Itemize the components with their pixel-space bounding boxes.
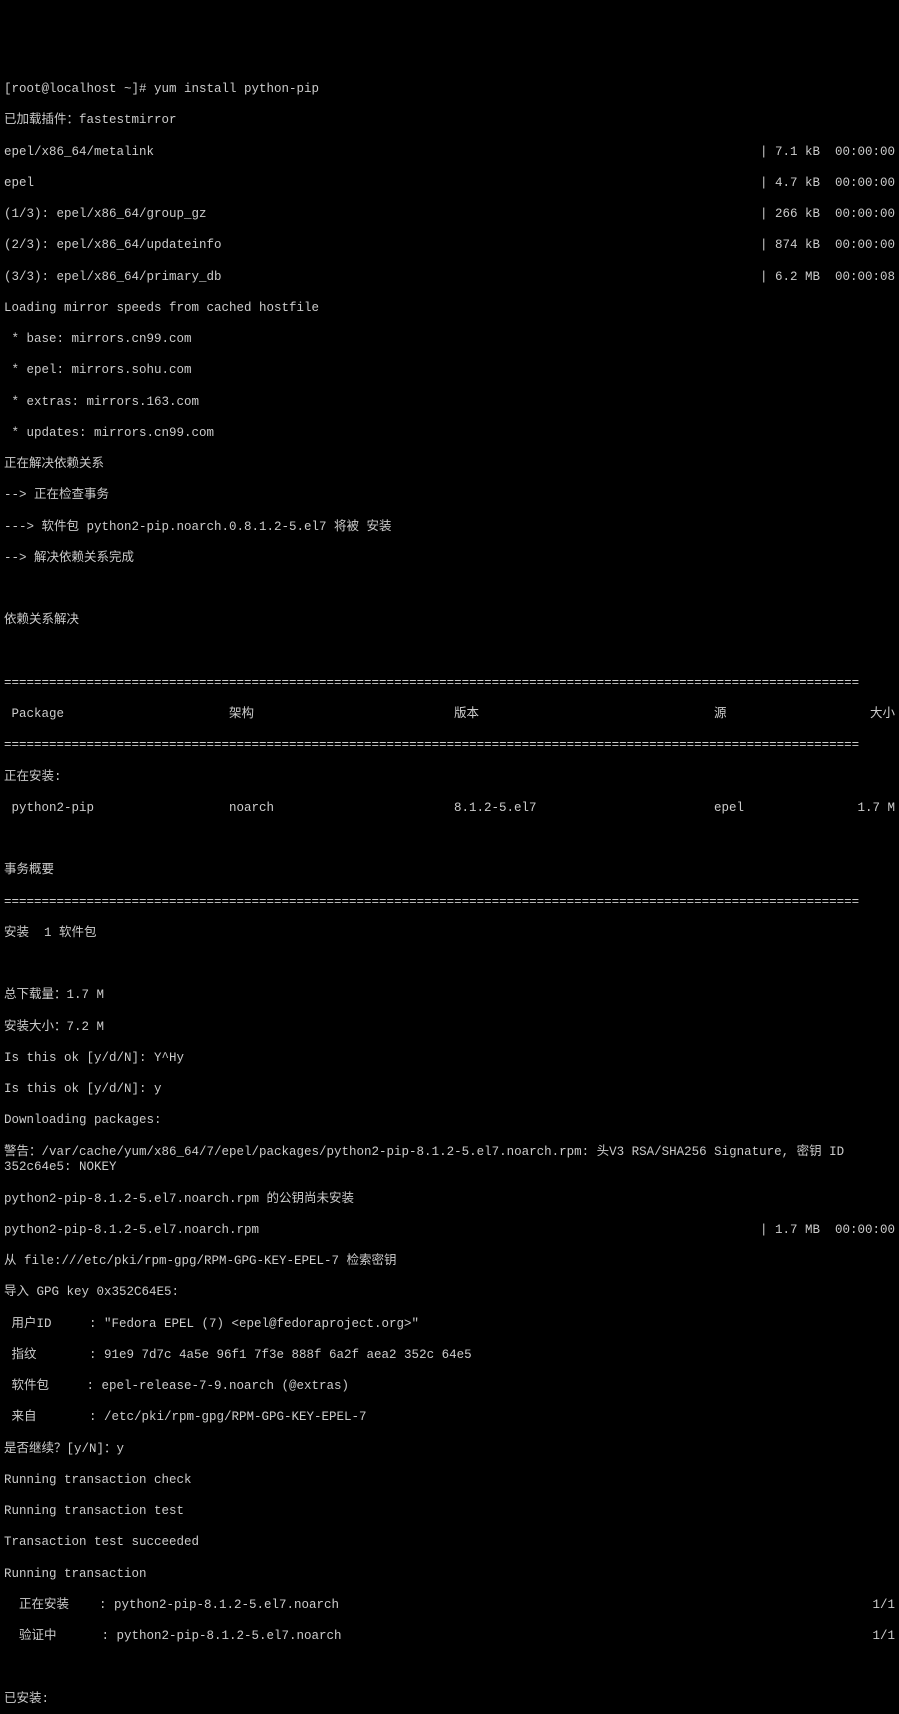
warning-line: 警告：/var/cache/yum/x86_64/7/epel/packages…: [4, 1145, 895, 1176]
continue-prompt: 是否继续？[y/N]：y: [4, 1442, 895, 1458]
resolve-line: 正在解决依赖关系: [4, 457, 895, 473]
mirror-line: * extras: mirrors.163.com: [4, 395, 895, 411]
deps-resolved: 依赖关系解决: [4, 613, 895, 629]
terminal-output: [root@localhost ~]# yum install python-p…: [4, 67, 895, 1714]
divider: ========================================…: [4, 676, 895, 692]
repo-line: (3/3): epel/x86_64/primary_db| 6.2 MB 00…: [4, 270, 895, 286]
repo-line: epel| 4.7 kB 00:00:00: [4, 176, 895, 192]
resolve-line: --> 解决依赖关系完成: [4, 551, 895, 567]
gpg-detail: 用户ID : "Fedora EPEL (7) <epel@fedoraproj…: [4, 1317, 895, 1333]
install-size: 安装大小：7.2 M: [4, 1020, 895, 1036]
loading-mirror: Loading mirror speeds from cached hostfi…: [4, 301, 895, 317]
total-download: 总下载量：1.7 M: [4, 988, 895, 1004]
trans-summary: 事务概要: [4, 863, 895, 879]
col-size: 大小: [844, 707, 895, 723]
col-version: 版本: [454, 707, 714, 723]
col-arch: 架构: [229, 707, 454, 723]
blank-line: [4, 645, 895, 661]
mirror-line: * base: mirrors.cn99.com: [4, 332, 895, 348]
install-step: 验证中 : python2-pip-8.1.2-5.el7.noarch1/1: [4, 1629, 895, 1645]
blank-line: [4, 957, 895, 973]
isok-prompt: Is this ok [y/d/N]: Y^Hy: [4, 1051, 895, 1067]
trans-test: Running transaction test: [4, 1504, 895, 1520]
col-package: Package: [4, 707, 229, 723]
repo-line: epel/x86_64/metalink| 7.1 kB 00:00:00: [4, 145, 895, 161]
pubkey-line: python2-pip-8.1.2-5.el7.noarch.rpm 的公钥尚未…: [4, 1192, 895, 1208]
blank-line: [4, 582, 895, 598]
divider: ========================================…: [4, 738, 895, 754]
mirror-line: * epel: mirrors.sohu.com: [4, 363, 895, 379]
gpg-detail: 指纹 : 91e9 7d7c 4a5e 96f1 7f3e 888f 6a2f …: [4, 1348, 895, 1364]
command-line: [root@localhost ~]# yum install python-p…: [4, 82, 895, 98]
install-step: 正在安装 : python2-pip-8.1.2-5.el7.noarch1/1: [4, 1598, 895, 1614]
trans-check: Running transaction check: [4, 1473, 895, 1489]
blank-line: [4, 832, 895, 848]
table-header: Package 架构 版本 源 大小: [4, 707, 895, 723]
table-row: python2-pip noarch 8.1.2-5.el7 epel 1.7 …: [4, 801, 895, 817]
repo-line: (2/3): epel/x86_64/updateinfo| 874 kB 00…: [4, 238, 895, 254]
rpm-progress: python2-pip-8.1.2-5.el7.noarch.rpm| 1.7 …: [4, 1223, 895, 1239]
mirror-line: * updates: mirrors.cn99.com: [4, 426, 895, 442]
import-gpg: 导入 GPG key 0x352C64E5:: [4, 1285, 895, 1301]
trans-succeeded: Transaction test succeeded: [4, 1535, 895, 1551]
divider: ========================================…: [4, 895, 895, 911]
installing-header: 正在安装:: [4, 770, 895, 786]
blank-line: [4, 1660, 895, 1676]
repo-line: (1/3): epel/x86_64/group_gz| 266 kB 00:0…: [4, 207, 895, 223]
col-source: 源: [714, 707, 844, 723]
plugins-line: 已加载插件：fastestmirror: [4, 113, 895, 129]
resolve-line: --> 正在检查事务: [4, 488, 895, 504]
isok-prompt: Is this ok [y/d/N]: y: [4, 1082, 895, 1098]
installed-header: 已安装:: [4, 1692, 895, 1708]
download-packages: Downloading packages:: [4, 1113, 895, 1129]
resolve-line: ---> 软件包 python2-pip.noarch.0.8.1.2-5.el…: [4, 520, 895, 536]
trans-running: Running transaction: [4, 1567, 895, 1583]
install-count: 安装 1 软件包: [4, 926, 895, 942]
gpg-detail: 来自 : /etc/pki/rpm-gpg/RPM-GPG-KEY-EPEL-7: [4, 1410, 895, 1426]
retrieving-key: 从 file:///etc/pki/rpm-gpg/RPM-GPG-KEY-EP…: [4, 1254, 895, 1270]
gpg-detail: 软件包 : epel-release-7-9.noarch (@extras): [4, 1379, 895, 1395]
